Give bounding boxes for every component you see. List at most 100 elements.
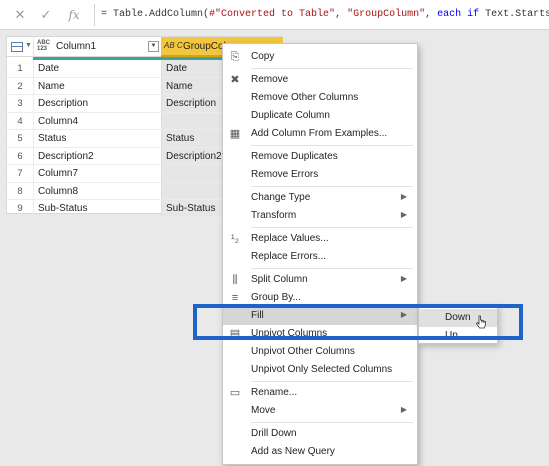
formula-divider: [94, 4, 95, 26]
cell-column1[interactable]: Description2: [33, 147, 161, 164]
fill-down-menu-item[interactable]: Down: [419, 309, 497, 329]
menu-item-fill[interactable]: Fill ▶: [223, 307, 417, 325]
menu-separator: [251, 422, 413, 423]
formula-suffix: Text.StartsWith([Colu: [485, 9, 549, 20]
formula-input[interactable]: = Table.AddColumn(#"Converted to Table",…: [101, 8, 549, 22]
cell-column1[interactable]: Column8: [33, 182, 161, 199]
row-number: 6: [17, 150, 23, 162]
chevron-right-icon: ▶: [400, 192, 407, 201]
cell-column1[interactable]: Status: [33, 130, 161, 147]
table-icon: [11, 42, 23, 52]
menu-item-label: Transform: [251, 210, 297, 221]
menu-item-drill-down[interactable]: Drill Down: [223, 425, 417, 443]
menu-item-add-as-new-query[interactable]: Add as New Query: [223, 443, 417, 461]
formula-prefix: = Table.AddColumn(: [101, 9, 210, 20]
row-number: 4: [17, 115, 23, 127]
menu-item-label: Change Type: [251, 192, 311, 203]
table-menu-button[interactable]: ▼: [7, 37, 33, 57]
menu-separator: [251, 381, 413, 382]
fx-icon[interactable]: fx: [66, 7, 82, 23]
menu-item-label: Add Column From Examples...: [251, 128, 388, 139]
chevron-down-icon: ▼: [25, 42, 32, 49]
menu-item-label: Split Column: [251, 274, 308, 285]
menu-item-remove[interactable]: ✖ Remove: [223, 71, 417, 89]
chevron-right-icon: ▶: [400, 210, 407, 219]
row-number: 1: [17, 63, 23, 74]
menu-item-label: Replace Errors...: [251, 251, 327, 262]
menu-item-transform[interactable]: Transform ▶: [223, 207, 417, 225]
menu-item-unpivot-only-selected-columns[interactable]: Unpivot Only Selected Columns: [223, 361, 417, 379]
row-number: 2: [17, 80, 23, 92]
check-icon[interactable]: ✓: [38, 7, 54, 23]
fill-submenu: Down Up: [418, 304, 498, 344]
column-context-menu: ⎘ Copy ✖ Remove Remove Other Columns Duplicat…: [222, 43, 418, 465]
row-number: 5: [17, 133, 23, 144]
menu-item-unpivot-other-columns[interactable]: Unpivot Other Columns: [223, 343, 417, 361]
menu-item-group-by[interactable]: ≡ Group By...: [223, 289, 417, 307]
menu-item-move[interactable]: Move ▶: [223, 402, 417, 420]
filter-dropdown-icon[interactable]: ▼: [148, 41, 159, 52]
formula-string-table: #"Converted to Table": [209, 9, 336, 20]
any-type-icon[interactable]: ABC 123: [37, 40, 50, 52]
menu-item-unpivot-columns[interactable]: ▤ Unpivot Columns: [223, 325, 417, 343]
formula-keyword: each if: [437, 9, 480, 20]
chevron-right-icon: ▶: [400, 274, 407, 283]
column-header-column1[interactable]: ABC 123 Column1 ▼: [33, 37, 161, 57]
unpivot-icon: ▤: [229, 328, 241, 340]
cell-column1[interactable]: Sub-Status: [33, 200, 161, 217]
menu-item-remove-errors[interactable]: Remove Errors: [223, 166, 417, 184]
menu-item-remove-duplicates[interactable]: Remove Duplicates: [223, 148, 417, 166]
remove-icon: ✖: [230, 74, 240, 86]
replace-values-icon: ¹₂: [231, 233, 239, 245]
menu-item-duplicate-column[interactable]: Duplicate Column: [223, 107, 417, 125]
group-by-icon: ≡: [231, 292, 239, 304]
type-label-bottom: 123: [37, 46, 48, 52]
cell-column1[interactable]: Column7: [33, 165, 161, 182]
menu-item-replace-values[interactable]: ¹₂ Replace Values...: [223, 230, 417, 248]
menu-item-label: Add as New Query: [251, 446, 335, 457]
split-column-icon: ⫼: [232, 274, 238, 286]
cell-column1[interactable]: Name: [33, 77, 161, 94]
chevron-right-icon: ▶: [400, 405, 407, 414]
menu-item-label: Drill Down: [251, 428, 297, 439]
menu-item-remove-other-columns[interactable]: Remove Other Columns: [223, 89, 417, 107]
fill-down-label: Down: [445, 312, 471, 323]
cell-column1[interactable]: Description: [33, 95, 161, 112]
menu-item-label: Duplicate Column: [251, 110, 330, 121]
rename-icon: ▭: [229, 387, 241, 399]
menu-item-split-column[interactable]: ⫼ Split Column ▶: [223, 271, 417, 289]
menu-separator: [251, 68, 413, 69]
menu-item-rename[interactable]: ▭ Rename...: [223, 384, 417, 402]
menu-separator: [251, 145, 413, 146]
row-number: 9: [17, 203, 23, 214]
menu-item-label: Group By...: [251, 292, 301, 303]
cell-column1[interactable]: Column4: [33, 112, 161, 129]
cell-column1[interactable]: Date: [33, 60, 161, 77]
menu-item-label: Unpivot Columns: [251, 328, 328, 339]
fill-up-label[interactable]: Up: [445, 330, 458, 341]
menu-item-label: Copy: [251, 51, 275, 62]
close-icon[interactable]: ✕: [12, 7, 28, 23]
menu-separator: [251, 268, 413, 269]
menu-item-replace-errors[interactable]: Replace Errors...: [223, 248, 417, 266]
menu-item-label: Unpivot Only Selected Columns: [251, 364, 393, 375]
menu-item-change-type[interactable]: Change Type ▶: [223, 189, 417, 207]
row-number: 3: [17, 98, 23, 109]
menu-item-copy[interactable]: ⎘ Copy: [223, 48, 417, 66]
row-number: 7: [17, 168, 23, 179]
menu-item-label: Rename...: [251, 387, 298, 398]
menu-item-label: Unpivot Other Columns: [251, 346, 355, 357]
menu-item-add-column-from-examples[interactable]: ▦ Add Column From Examples...: [223, 125, 417, 143]
menu-item-label: Remove: [251, 74, 289, 85]
row-number: 8: [17, 185, 23, 197]
menu-item-label: Fill: [251, 310, 264, 321]
text-type-icon[interactable]: AB C: [164, 41, 183, 50]
menu-item-label: Remove Errors: [251, 169, 319, 180]
menu-separator: [251, 227, 413, 228]
formula-string-column: "GroupColumn": [347, 9, 426, 20]
hand-cursor-icon: [475, 315, 486, 329]
add-column-icon: ▦: [229, 128, 241, 140]
formula-comma: ,: [335, 9, 348, 20]
menu-item-label: Remove Duplicates: [251, 151, 338, 162]
formula-bar: ✕ ✓ fx = Table.AddColumn(#"Converted to …: [0, 0, 549, 30]
